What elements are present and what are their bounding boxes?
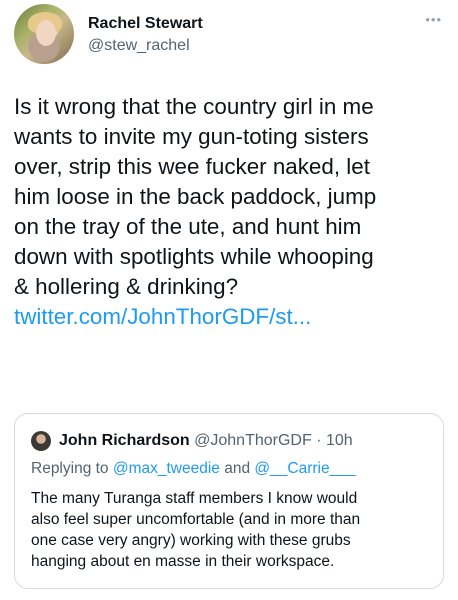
- author-name[interactable]: Rachel Stewart: [88, 15, 203, 33]
- tweet-line: & hollering & drinking?: [14, 274, 239, 299]
- avatar-face: [36, 20, 56, 46]
- replying-to: Replying to @max_tweedie and @__Carrie__…: [31, 460, 355, 478]
- quoted-line: hanging about en masse in their workspac…: [31, 553, 335, 570]
- tweet-text: Is it wrong that the country girl in me …: [14, 92, 446, 332]
- quoted-author-handle[interactable]: @JohnThorGDF: [194, 432, 312, 449]
- mention-link[interactable]: @__Carrie___: [254, 460, 355, 477]
- tweet-line: down with spotlights while whooping: [14, 244, 374, 269]
- replying-to-and: and: [224, 460, 251, 477]
- tweet-header: Rachel Stewart @stew_rachel •••: [14, 4, 444, 68]
- quoted-author-avatar[interactable]: [31, 431, 51, 451]
- author-handle[interactable]: @stew_rachel: [88, 37, 190, 55]
- quoted-tweet-card[interactable]: John Richardson @JohnThorGDF · 10h Reply…: [14, 413, 444, 589]
- quoted-line: one case very angry) working with these …: [31, 532, 351, 549]
- tweet-line: Is it wrong that the country girl in me: [14, 94, 374, 119]
- quoted-tweet-text: The many Turanga staff members I know wo…: [31, 488, 439, 572]
- quoted-tweet-time[interactable]: 10h: [326, 432, 353, 449]
- tweet-line: him loose in the back paddock, jump: [14, 184, 377, 209]
- tweet-line: over, strip this wee fucker naked, let: [14, 154, 370, 179]
- quoted-line: also feel super uncomfortable (and in mo…: [31, 511, 361, 528]
- quoted-author-name[interactable]: John Richardson: [59, 432, 190, 449]
- replying-to-label: Replying to: [31, 460, 109, 477]
- quoted-tweet-link[interactable]: twitter.com/JohnThorGDF/st...: [14, 302, 446, 332]
- quoted-line: The many Turanga staff members I know wo…: [31, 490, 358, 507]
- tweet-line: on the tray of the ute, and hunt him: [14, 214, 362, 239]
- meta-separator: ·: [311, 432, 326, 449]
- more-options-icon[interactable]: •••: [425, 12, 442, 27]
- quoted-tweet-header: John Richardson @JohnThorGDF · 10h: [59, 432, 353, 450]
- author-avatar[interactable]: [14, 4, 74, 64]
- tweet-line: wants to invite my gun-toting sisters: [14, 124, 369, 149]
- mention-link[interactable]: @max_tweedie: [113, 460, 220, 477]
